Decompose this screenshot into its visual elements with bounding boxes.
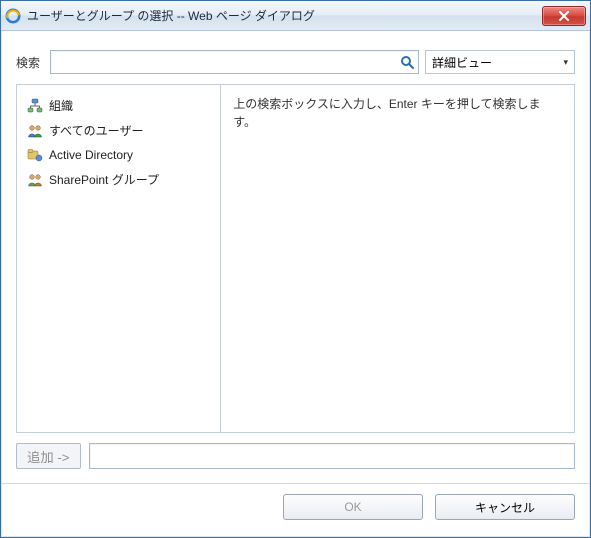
tree-item-label: Active Directory [49, 148, 133, 162]
window-title: ユーザーとグループ の選択 -- Web ページ ダイアログ [27, 7, 542, 24]
search-button[interactable] [398, 53, 416, 71]
dialog-window: ユーザーとグループ の選択 -- Web ページ ダイアログ 検索 詳細 [0, 0, 591, 538]
search-box [50, 50, 419, 74]
add-button: 追加 -> [16, 443, 81, 469]
tree-item-label: 組織 [49, 97, 73, 114]
search-input[interactable] [51, 51, 418, 73]
chevron-down-icon: ▾ [563, 57, 568, 68]
tree-item-organization[interactable]: 組織 [23, 93, 214, 118]
search-row: 検索 詳細ビュー ▾ [16, 50, 575, 74]
selected-users-input[interactable] [90, 444, 574, 468]
view-select[interactable]: 詳細ビュー ▾ [425, 50, 575, 74]
search-label: 検索 [16, 54, 44, 71]
footer-separator [2, 483, 589, 484]
tree-item-sharepoint-groups[interactable]: SharePoint グループ [23, 167, 214, 192]
users-icon [27, 123, 43, 139]
close-button[interactable] [542, 6, 586, 26]
footer: OK キャンセル [16, 494, 575, 522]
titlebar: ユーザーとグループ の選択 -- Web ページ ダイアログ [1, 1, 590, 31]
results-panel: 上の検索ボックスに入力し、Enter キーを押して検索します。 [221, 85, 574, 432]
active-directory-icon [27, 147, 43, 163]
tree-panel: 組織 すべてのユーザー [17, 85, 221, 432]
results-hint: 上の検索ボックスに入力し、Enter キーを押して検索します。 [233, 95, 562, 131]
org-icon [27, 98, 43, 114]
view-select-label: 詳細ビュー [432, 54, 492, 71]
ok-button: OK [283, 494, 423, 520]
tree-item-active-directory[interactable]: Active Directory [23, 143, 214, 167]
selected-users-box [89, 443, 575, 469]
add-row: 追加 -> [16, 443, 575, 469]
cancel-button[interactable]: キャンセル [435, 494, 575, 520]
tree-item-label: すべてのユーザー [49, 122, 143, 139]
tree-item-all-users[interactable]: すべてのユーザー [23, 118, 214, 143]
sharepoint-group-icon [27, 172, 43, 188]
tree-item-label: SharePoint グループ [49, 171, 159, 188]
search-icon [400, 55, 414, 69]
close-icon [558, 11, 570, 21]
main-panels: 組織 すべてのユーザー [16, 84, 575, 433]
dialog-content: 検索 詳細ビュー ▾ [2, 31, 589, 536]
ie-icon [5, 8, 21, 24]
